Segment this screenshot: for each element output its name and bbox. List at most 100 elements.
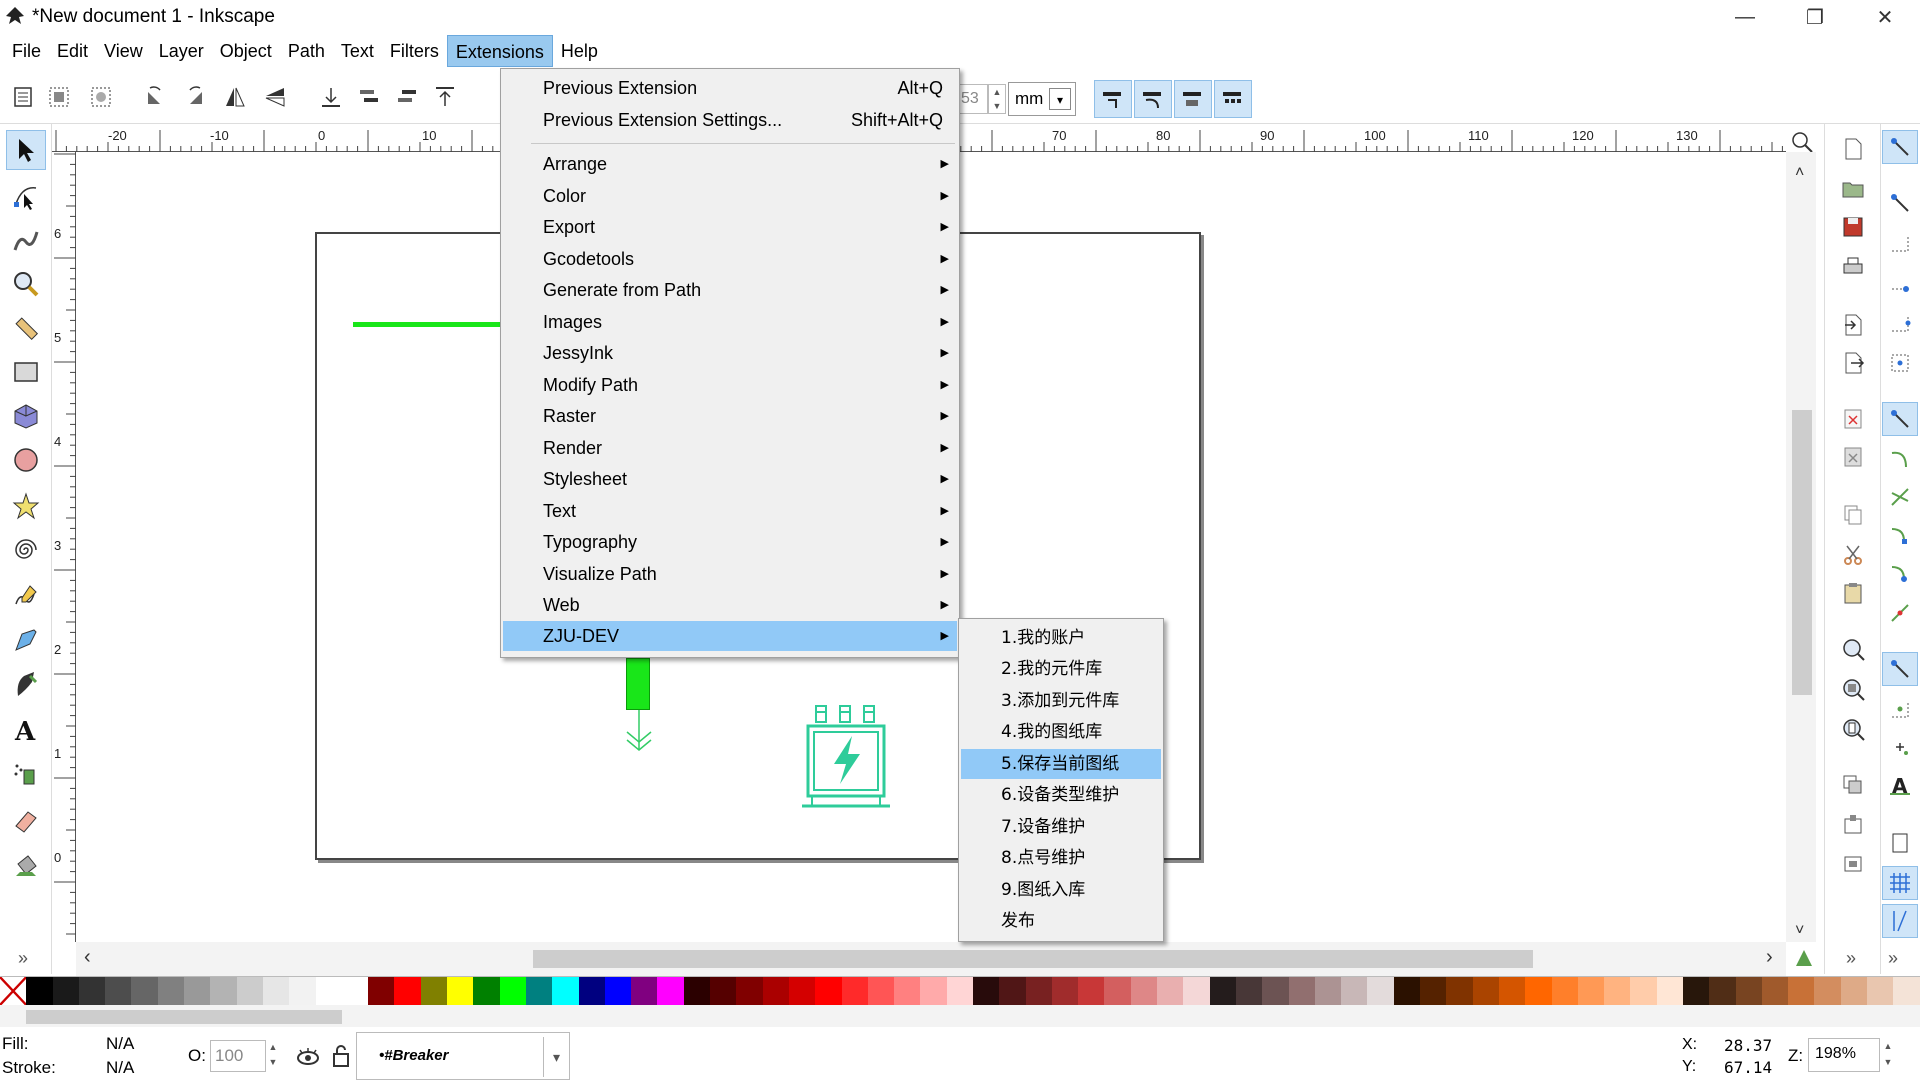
stroke-value[interactable]: N/A	[106, 1058, 134, 1078]
select-all-layers-icon[interactable]	[46, 84, 72, 110]
rotate-cw-icon[interactable]	[182, 84, 208, 110]
palette-swatch[interactable]	[1262, 977, 1289, 1005]
zoom-input[interactable]: 198%	[1808, 1038, 1880, 1072]
minimize-button[interactable]: —	[1710, 0, 1780, 34]
palette-swatch[interactable]	[1025, 977, 1052, 1005]
palette-swatch[interactable]	[1341, 977, 1368, 1005]
palette-swatch[interactable]	[683, 977, 711, 1005]
palette-swatch[interactable]	[1577, 977, 1605, 1005]
palette-swatch[interactable]	[1525, 977, 1552, 1005]
lower-to-bottom-icon[interactable]	[318, 84, 344, 110]
palette-swatch[interactable]	[289, 977, 316, 1005]
palette-swatch[interactable]	[552, 977, 579, 1005]
snap-nodes-toggle[interactable]	[1882, 402, 1918, 436]
menu-item-stylesheet[interactable]: Stylesheet ▶	[503, 464, 957, 494]
palette-swatch[interactable]	[341, 977, 369, 1005]
palette-swatch[interactable]	[920, 977, 947, 1005]
palette-swatch[interactable]	[1867, 977, 1894, 1005]
palette-swatch[interactable]	[1788, 977, 1815, 1005]
palette-swatch[interactable]	[1157, 977, 1184, 1005]
palette-swatch[interactable]	[262, 977, 290, 1005]
eraser-tool-icon[interactable]	[6, 800, 46, 840]
menu-item-visualize-path[interactable]: Visualize Path ▶	[503, 559, 957, 589]
palette-swatch[interactable]	[236, 977, 263, 1005]
menu-layer[interactable]: Layer	[151, 35, 212, 67]
submenu-item-save-current-drawing[interactable]: 5.保存当前图纸	[961, 749, 1161, 779]
scroll-up-icon[interactable]: ˄	[1795, 164, 1804, 182]
new-document-icon[interactable]	[1838, 134, 1868, 164]
snap-bbox-centers-icon[interactable]	[1882, 346, 1918, 380]
snap-cusp-nodes-icon[interactable]	[1882, 518, 1918, 552]
menu-help[interactable]: Help	[553, 35, 606, 67]
palette-swatch[interactable]	[1761, 977, 1789, 1005]
palette-swatch[interactable]	[1551, 977, 1578, 1005]
palette-swatch[interactable]	[1420, 977, 1447, 1005]
snap-bbox-edges-icon[interactable]	[1882, 226, 1918, 260]
raise-to-top-icon[interactable]	[432, 84, 458, 110]
menu-text[interactable]: Text	[333, 35, 382, 67]
palette-swatch[interactable]	[1814, 977, 1841, 1005]
submenu-item-publish[interactable]: 发布	[961, 906, 1161, 936]
selector-tool[interactable]	[6, 130, 46, 170]
green-line-shape[interactable]	[353, 322, 503, 327]
spray-tool-icon[interactable]	[6, 754, 46, 794]
palette-swatch[interactable]	[1288, 977, 1315, 1005]
menu-item-generate-from-path[interactable]: Generate from Path ▶	[503, 275, 957, 305]
dimension-input[interactable]: 53	[958, 84, 988, 114]
pencil-tool-icon[interactable]	[6, 576, 46, 616]
palette-swatch[interactable]	[1209, 977, 1236, 1005]
palette-swatch[interactable]	[157, 977, 185, 1005]
palette-swatch[interactable]	[210, 977, 237, 1005]
palette-swatch[interactable]	[1630, 977, 1657, 1005]
palette-swatch[interactable]	[315, 977, 342, 1005]
palette-swatch[interactable]	[184, 977, 211, 1005]
flip-horizontal-icon[interactable]	[222, 84, 248, 110]
layer-lock-icon[interactable]	[330, 1042, 352, 1070]
palette-swatch[interactable]	[420, 977, 448, 1005]
open-folder-icon[interactable]	[1838, 174, 1868, 204]
menu-edit[interactable]: Edit	[49, 35, 96, 67]
zoom-correction-icon[interactable]	[1790, 130, 1814, 154]
palette-swatch[interactable]	[972, 977, 1000, 1005]
rectangle-tool-icon[interactable]	[6, 352, 46, 392]
palette-swatch[interactable]	[1735, 977, 1762, 1005]
palette-swatch[interactable]	[26, 977, 53, 1005]
star-tool-icon[interactable]	[6, 486, 46, 526]
palette-swatch[interactable]	[894, 977, 921, 1005]
snap-rotation-centers-icon[interactable]	[1882, 730, 1918, 764]
breaker-green-bar[interactable]	[626, 658, 650, 710]
palette-swatch[interactable]	[78, 977, 106, 1005]
snap-object-midpoints-icon[interactable]	[1882, 692, 1918, 726]
palette-swatch[interactable]	[762, 977, 789, 1005]
scroll-left-icon[interactable]: ‹	[84, 946, 91, 969]
vertical-scroll-thumb[interactable]	[1792, 410, 1812, 695]
menu-item-previous-extension[interactable]: Previous Extension Alt+Q	[503, 73, 957, 103]
snap-bbox-icon[interactable]	[1882, 186, 1918, 220]
palette-swatch[interactable]	[52, 977, 79, 1005]
menu-path[interactable]: Path	[280, 35, 333, 67]
fill-value[interactable]: N/A	[106, 1034, 134, 1054]
snap-bbox-corners-icon[interactable]	[1882, 266, 1918, 300]
down-arrow-symbol[interactable]	[622, 710, 656, 754]
submenu-item-device-maintenance[interactable]: 7.设备维护	[961, 812, 1161, 842]
palette-swatch[interactable]	[631, 977, 658, 1005]
palette-swatch[interactable]	[1656, 977, 1683, 1005]
scale-corners-toggle[interactable]	[1134, 80, 1172, 118]
scroll-right-icon[interactable]: ›	[1766, 946, 1773, 969]
snap-smooth-nodes-icon[interactable]	[1882, 556, 1918, 590]
submenu-item-drawing-storage[interactable]: 9.图纸入库	[961, 875, 1161, 905]
palette-swatch[interactable]	[394, 977, 421, 1005]
zoom-tool-icon[interactable]	[6, 264, 46, 304]
menu-object[interactable]: Object	[212, 35, 280, 67]
snap-line-midpoints-icon[interactable]	[1882, 596, 1918, 630]
menu-item-zju-dev[interactable]: ZJU-DEV ▶	[503, 621, 957, 651]
node-tool-icon[interactable]	[6, 176, 46, 216]
menu-item-arrange[interactable]: Arrange ▶	[503, 149, 957, 179]
duplicate-icon[interactable]	[1838, 770, 1868, 800]
paint-bucket-tool-icon[interactable]	[6, 846, 46, 886]
pen-tool-icon[interactable]	[6, 620, 46, 660]
submenu-item-point-maintenance[interactable]: 8.点号维护	[961, 843, 1161, 873]
palette-swatch[interactable]	[473, 977, 500, 1005]
palette-swatch[interactable]	[1893, 977, 1920, 1005]
menu-item-export[interactable]: Export ▶	[503, 212, 957, 242]
